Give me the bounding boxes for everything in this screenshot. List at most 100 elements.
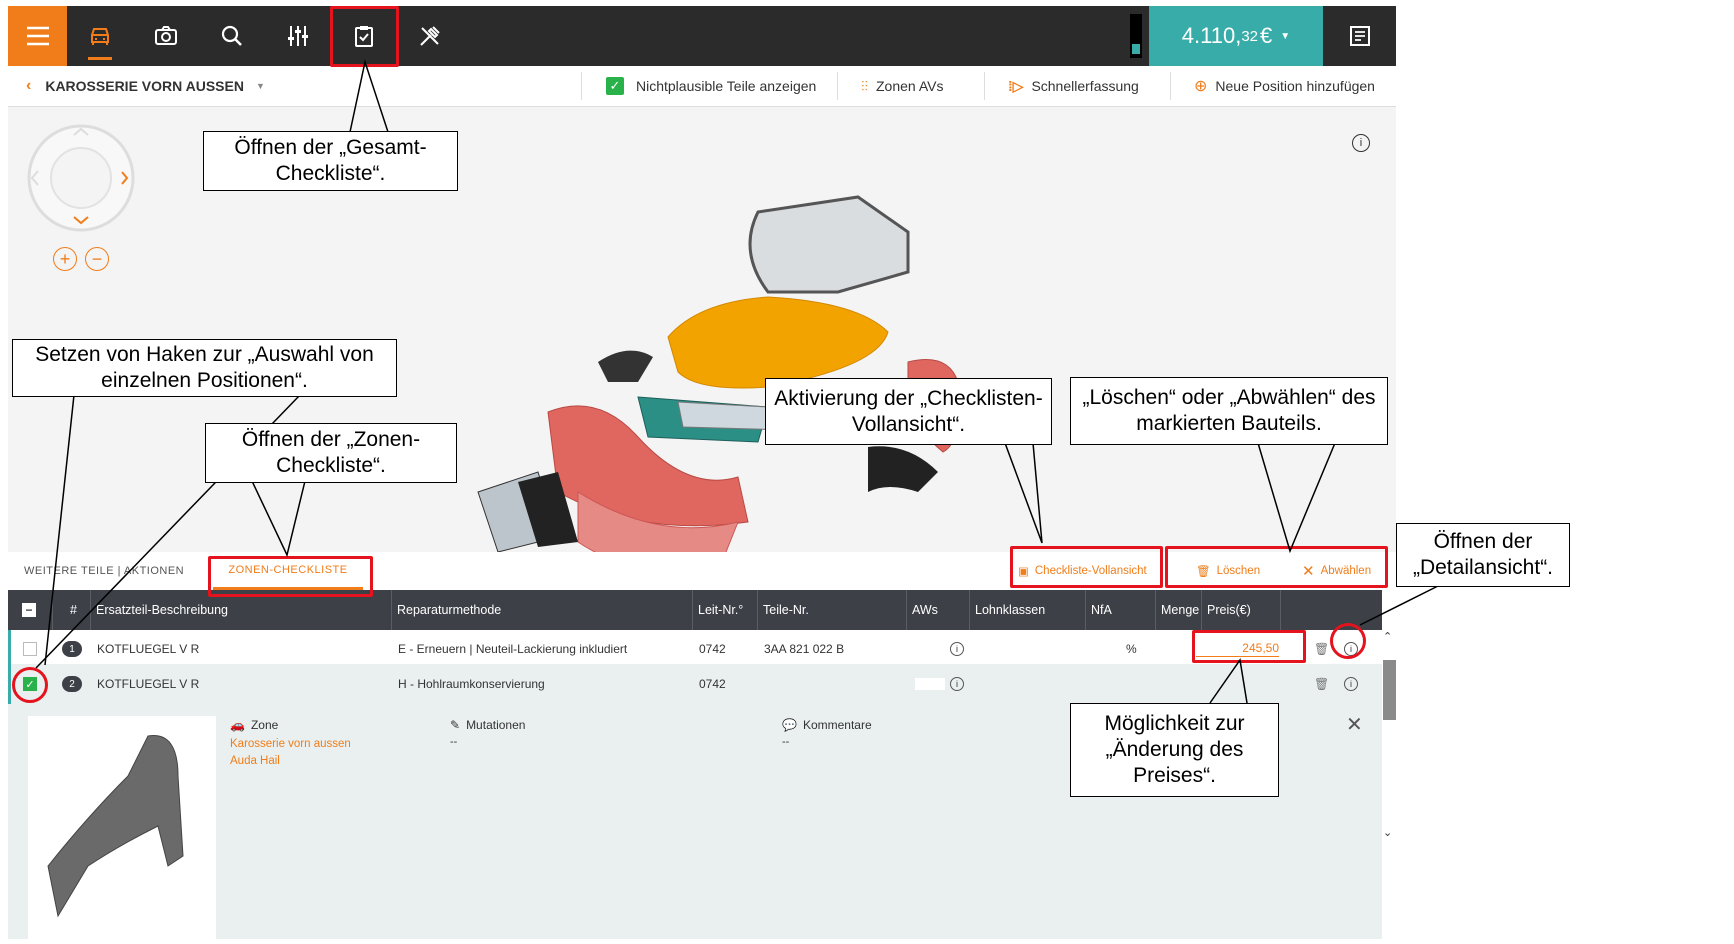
divider bbox=[837, 72, 838, 100]
part-image bbox=[28, 716, 216, 939]
caret-down-icon: ▼ bbox=[1280, 30, 1291, 42]
tab-weitere-teile[interactable]: WEITERE TEILE | AKTIONEN bbox=[24, 552, 184, 590]
select-all-checkbox[interactable]: − bbox=[22, 590, 36, 630]
info-icon[interactable]: i bbox=[950, 664, 964, 704]
row-number: 2 bbox=[62, 664, 82, 704]
menu-icon bbox=[26, 26, 49, 46]
implausible-toggle[interactable]: ✓ Nichtplausible Teile anzeigen bbox=[606, 66, 816, 106]
highlight-delete-deselect bbox=[1165, 546, 1388, 588]
col-teile-nr: Teile-Nr. bbox=[763, 603, 809, 617]
zone-field: 🚗 Zone bbox=[230, 718, 278, 732]
col-lohnklassen: Lohnklassen bbox=[975, 603, 1046, 617]
zones-avs-label: Zonen AVs bbox=[876, 78, 944, 94]
col-number: # bbox=[70, 603, 77, 617]
sliders-icon: ⫶⫶ bbox=[861, 77, 868, 94]
quick-entry-icon: ⁞▷ bbox=[1008, 77, 1024, 94]
car-button[interactable] bbox=[67, 6, 133, 66]
chevron-left-icon: ‹ bbox=[26, 77, 32, 94]
mutations-field: ✎ Mutationen bbox=[450, 718, 525, 732]
zones-avs-button[interactable]: ⫶⫶ Zonen AVs bbox=[861, 66, 943, 106]
trash-icon[interactable]: 🗑 bbox=[1314, 630, 1329, 668]
highlight-checklist-button bbox=[330, 6, 399, 67]
col-nfa: NfA bbox=[1091, 603, 1112, 617]
row-repair-method: E - Erneuern | Neuteil-Lackierung inklud… bbox=[398, 642, 628, 656]
callout-preis: Möglichkeit zur „Änderung des Preises“. bbox=[1070, 703, 1279, 797]
zone-toolbar: ‹ KAROSSERIE VORN AUSSEN ▼ ✓ Nichtplausi… bbox=[8, 66, 1396, 107]
price-currency: € bbox=[1260, 23, 1273, 48]
row-teile-nr[interactable]: 3AA 821 022 B bbox=[764, 630, 844, 668]
callout-detailansicht: Öffnen der „Detailansicht“. bbox=[1396, 523, 1570, 587]
divider bbox=[984, 72, 985, 100]
highlight-zonen-tab bbox=[208, 556, 373, 597]
price-cents: 32 bbox=[1241, 27, 1259, 45]
aws-input[interactable] bbox=[915, 664, 945, 704]
active-indicator bbox=[88, 57, 112, 60]
callout-loeschen-abwaehlen: „Löschen“ oder „Abwählen“ des markierten… bbox=[1070, 377, 1388, 445]
row-nfa[interactable]: % bbox=[1126, 630, 1137, 668]
trash-icon[interactable]: 🗑 bbox=[1314, 664, 1329, 704]
row-number: 1 bbox=[62, 630, 82, 668]
price-main: 4.110, bbox=[1181, 23, 1242, 48]
callout-zonen-checkliste: Öffnen der „Zonen-Checkliste“. bbox=[205, 423, 457, 483]
highlight-checkbox bbox=[12, 667, 48, 703]
quick-entry-label: Schnellerfassung bbox=[1031, 78, 1139, 94]
receipt-icon bbox=[1349, 26, 1370, 46]
search-button[interactable] bbox=[199, 6, 265, 66]
mutations-label: Mutationen bbox=[466, 718, 526, 732]
zoom-out-button[interactable]: − bbox=[85, 247, 109, 271]
divider bbox=[1170, 72, 1171, 100]
sliders-icon bbox=[288, 26, 308, 46]
info-icon[interactable]: i bbox=[950, 630, 964, 668]
camera-icon bbox=[155, 26, 177, 45]
comments-label: Kommentare bbox=[802, 718, 872, 732]
top-toolbar: 4.110, 32 € ▼ bbox=[8, 6, 1396, 66]
row-repair-method: H - Hohlraumkonservierung bbox=[398, 677, 545, 691]
zone-label: Zone bbox=[250, 718, 279, 732]
zone-value-2: Auda Hail bbox=[230, 755, 280, 767]
receipt-button[interactable] bbox=[1323, 6, 1396, 66]
new-position-label: Neue Position hinzufügen bbox=[1215, 78, 1375, 94]
comments-value: -- bbox=[782, 736, 790, 748]
callout-vollansicht: Aktivierung der „Checklisten-Vollansicht… bbox=[765, 378, 1052, 445]
search-icon bbox=[221, 25, 242, 46]
camera-button[interactable] bbox=[133, 6, 199, 66]
row-description: KOTFLUEGEL V R bbox=[97, 642, 200, 656]
divider bbox=[581, 72, 582, 100]
highlight-price bbox=[1192, 630, 1306, 663]
tools-button[interactable] bbox=[397, 6, 463, 66]
caret-down-icon: ▼ bbox=[255, 81, 265, 91]
sliders-button[interactable] bbox=[265, 6, 331, 66]
comments-field: 💬 Kommentare bbox=[782, 718, 872, 732]
close-icon[interactable]: ✕ bbox=[1346, 712, 1363, 737]
total-price-button[interactable]: 4.110, 32 € ▼ bbox=[1149, 6, 1323, 66]
edit-icon: ✎ bbox=[450, 718, 461, 732]
col-price: Preis(€) bbox=[1207, 603, 1251, 617]
callout-gesamt-checkliste: Öffnen der „Gesamt-Checkliste“. bbox=[203, 131, 458, 191]
checkbox-checked-icon: ✓ bbox=[606, 77, 624, 95]
scrollbar[interactable]: ⌃ ⌄ bbox=[1383, 630, 1396, 939]
plus-circle-icon: ⊕ bbox=[1194, 78, 1208, 95]
col-menge: Menge bbox=[1161, 603, 1200, 617]
row-checkbox[interactable] bbox=[23, 630, 37, 668]
table-row[interactable]: ✓ 2 KOTFLUEGEL V R H - Hohlraumkonservie… bbox=[8, 664, 1382, 704]
car-icon: 🚗 bbox=[230, 718, 245, 732]
detail-info-icon[interactable]: i bbox=[1344, 664, 1358, 704]
new-position-button[interactable]: ⊕ Neue Position hinzufügen bbox=[1194, 66, 1375, 106]
table-row[interactable]: 1 KOTFLUEGEL V R E - Erneuern | Neuteil-… bbox=[8, 630, 1382, 668]
zoom-in-button[interactable]: + bbox=[53, 247, 77, 271]
implausible-label: Nichtplausible Teile anzeigen bbox=[636, 78, 817, 94]
quick-entry-button[interactable]: ⁞▷ Schnellerfassung bbox=[1008, 66, 1139, 106]
callout-auswahl: Setzen von Haken zur „Auswahl von einzel… bbox=[12, 339, 397, 397]
mutations-value: -- bbox=[450, 736, 458, 748]
zone-title: KAROSSERIE VORN AUSSEN bbox=[45, 78, 244, 94]
highlight-detail-icon bbox=[1330, 623, 1366, 659]
col-aws: AWs bbox=[912, 603, 938, 617]
highlight-full-view bbox=[1010, 546, 1163, 588]
navigation-pad[interactable] bbox=[26, 123, 136, 233]
tools-icon bbox=[420, 26, 440, 46]
menu-button[interactable] bbox=[8, 6, 67, 66]
row-description: KOTFLUEGEL V R bbox=[97, 677, 200, 691]
row-leit-nr: 0742 bbox=[699, 677, 726, 691]
zone-selector[interactable]: ‹ KAROSSERIE VORN AUSSEN ▼ bbox=[26, 66, 265, 106]
info-icon[interactable]: i bbox=[1352, 134, 1370, 152]
